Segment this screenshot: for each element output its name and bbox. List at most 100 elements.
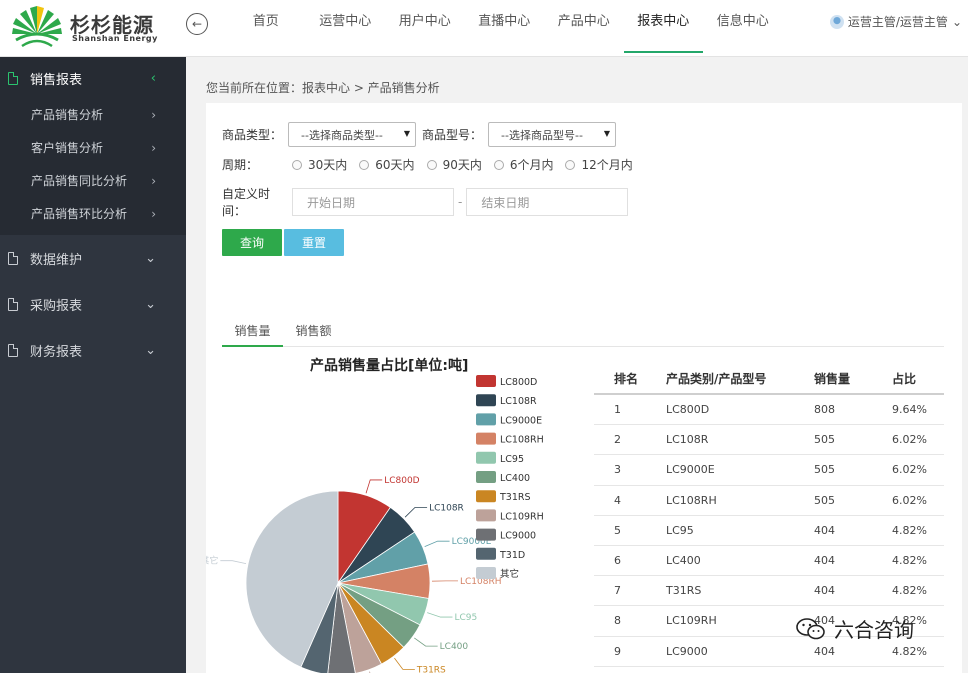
document-icon: [8, 71, 18, 85]
table-cell: 4.82%: [892, 644, 927, 658]
radio-label: 6个月内: [509, 158, 554, 172]
legend-label[interactable]: 其它: [500, 568, 519, 580]
table-cell: 404: [814, 584, 835, 598]
nav-users[interactable]: 用户中心: [385, 0, 465, 56]
table-cell: 6.02%: [892, 433, 927, 447]
radio-dot: [493, 159, 504, 170]
start-date-input[interactable]: 开始日期: [292, 188, 454, 216]
dropdown-arrow-icon: ▼: [603, 129, 611, 138]
reset-button[interactable]: 重置: [284, 229, 344, 256]
legend-label[interactable]: LC9000: [500, 531, 536, 542]
custom-time-label: 自定义时间：: [222, 187, 271, 218]
label-line: [220, 560, 247, 564]
radio-dot: [565, 159, 576, 170]
nav-reports[interactable]: 报表中心: [623, 0, 704, 56]
top-nav: 首页 运营中心 用户中心 直播中心 产品中心 报表中心 信息中心: [226, 0, 783, 56]
period-30d-radio[interactable]: 30天内: [292, 156, 347, 173]
product-model-select[interactable]: --选择商品型号-- ▼: [488, 122, 617, 147]
select-value: --选择商品型号--: [501, 128, 583, 142]
sidebar-group-data-maintenance[interactable]: 数据维护 ⌄: [0, 235, 186, 281]
legend-label[interactable]: LC9000E: [500, 415, 542, 426]
table-cell: 404: [814, 644, 835, 658]
sidebar-group-finance[interactable]: 财务报表 ⌄: [0, 327, 186, 373]
table-row: 7 T31RS 404 4.82%: [594, 576, 944, 607]
table-cell: 6: [614, 554, 621, 568]
table-cell: 6.02%: [892, 493, 927, 507]
legend-label[interactable]: T31RS: [499, 492, 531, 503]
table-cell: 1: [614, 403, 621, 417]
nav-live[interactable]: 直播中心: [465, 0, 545, 56]
period-90d-radio[interactable]: 90天内: [426, 156, 482, 173]
table-cell: 3: [614, 463, 621, 477]
period-6m-radio[interactable]: 6个月内: [493, 156, 554, 173]
legend-label[interactable]: T31D: [499, 550, 525, 561]
legend-label[interactable]: LC800D: [500, 377, 537, 388]
legend-swatch[interactable]: [476, 394, 496, 407]
chevron-down-icon: ⌄: [145, 342, 156, 358]
filter-row-type: 商品类型： --选择商品类型-- ▼ 商品型号： --选择商品型号-- ▼: [222, 122, 617, 147]
tab-sales-amount[interactable]: 销售额: [283, 321, 344, 346]
product-type-select[interactable]: --选择商品类型-- ▼: [288, 122, 417, 147]
sidebar-item-customer-sales[interactable]: 客户销售分析 ›: [0, 132, 186, 165]
tab-sales-volume[interactable]: 销售量: [222, 321, 283, 347]
legend-label[interactable]: LC108RH: [500, 435, 544, 446]
watermark: 六合咨询: [796, 614, 914, 643]
sidebar-item-product-sales[interactable]: 产品销售分析 ›: [0, 99, 186, 132]
sidebar-group-sales[interactable]: 销售报表 ‹: [0, 57, 186, 99]
back-arrow-icon[interactable]: ←: [186, 13, 208, 35]
end-date-input[interactable]: 结束日期: [466, 188, 629, 216]
table-cell: 4.82%: [892, 523, 927, 537]
col-volume: 销售量: [814, 371, 851, 386]
sidebar-item-mom[interactable]: 产品销售环比分析 ›: [0, 198, 186, 231]
logo[interactable]: 杉杉能源 Shanshan Energy: [10, 4, 180, 52]
legend-swatch[interactable]: [476, 547, 496, 560]
sidebar-group-purchase[interactable]: 采购报表 ⌄: [0, 281, 186, 327]
legend-swatch[interactable]: [476, 471, 496, 483]
sidebar-item-label: 产品销售同比分析: [31, 174, 128, 188]
report-panel: 商品类型： --选择商品类型-- ▼ 商品型号： --选择商品型号-- ▼ 周期…: [206, 103, 962, 673]
nav-messages[interactable]: 信息中心: [703, 0, 783, 56]
table-cell: LC109RH: [666, 614, 717, 628]
legend-swatch[interactable]: [476, 451, 496, 464]
legend-swatch[interactable]: [476, 413, 496, 426]
pie-label: LC800D: [384, 476, 419, 486]
pie-label: LC400: [440, 642, 469, 652]
legend-label[interactable]: LC400: [500, 473, 530, 484]
nav-home[interactable]: 首页: [226, 0, 306, 56]
wechat-icon: [796, 617, 825, 639]
legend-swatch[interactable]: [476, 490, 496, 503]
user-menu[interactable]: 运营主管/运营主管 ⌄: [829, 13, 962, 30]
sidebar-item-yoy[interactable]: 产品销售同比分析 ›: [0, 165, 186, 198]
radio-dot: [426, 159, 437, 170]
select-value: --选择商品类型--: [301, 128, 383, 142]
table-cell: 404: [814, 523, 835, 537]
legend-swatch[interactable]: [476, 567, 496, 579]
table-cell: LC108R: [666, 433, 709, 447]
legend-label[interactable]: LC108R: [500, 396, 537, 407]
nav-products[interactable]: 产品中心: [544, 0, 624, 56]
radio-label: 30天内: [308, 158, 348, 172]
sidebar-item-label: 产品销售环比分析: [31, 207, 128, 221]
period-12m-radio[interactable]: 12个月内: [565, 156, 633, 173]
query-button[interactable]: 查询: [222, 229, 282, 256]
legend-swatch[interactable]: [476, 509, 496, 522]
table-cell: 8: [614, 614, 621, 628]
metric-tabs: 销售量 销售额: [222, 321, 944, 347]
table-cell: 7: [614, 584, 621, 598]
pie-label: LC95: [454, 613, 477, 623]
legend-label[interactable]: LC109RH: [500, 511, 544, 522]
document-icon: [8, 251, 18, 265]
legend-label[interactable]: LC95: [500, 454, 524, 465]
table-cell: 2: [614, 433, 621, 447]
period-60d-radio[interactable]: 60天内: [359, 156, 415, 173]
sidebar-group-label: 销售报表: [30, 72, 83, 88]
legend-swatch[interactable]: [476, 432, 496, 445]
label-line: [427, 612, 453, 618]
table-cell: 4.82%: [892, 554, 927, 568]
legend-swatch[interactable]: [476, 528, 496, 541]
table-cell: LC9000: [666, 644, 708, 658]
table-cell: 4.82%: [892, 584, 927, 598]
nav-operations[interactable]: 运营中心: [306, 0, 386, 56]
legend-swatch[interactable]: [476, 375, 496, 387]
table-cell: LC800D: [666, 403, 710, 417]
